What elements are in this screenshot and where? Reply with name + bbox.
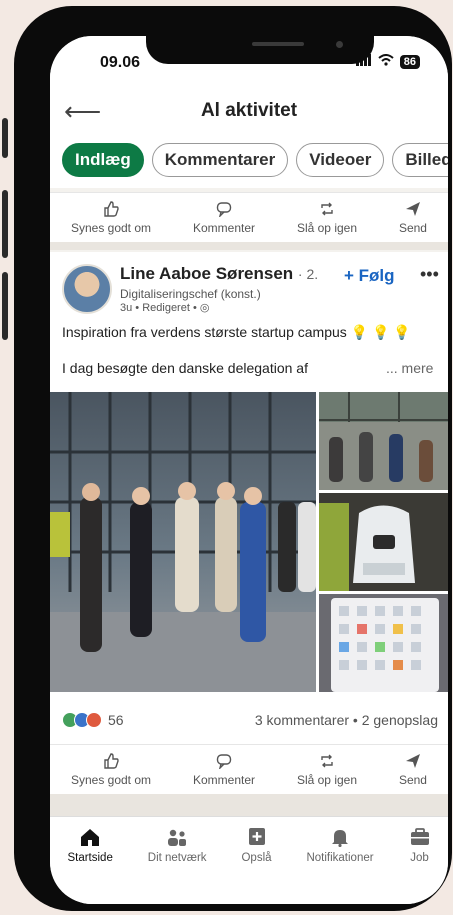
tab-billeder[interactable]: Billeder — [392, 143, 448, 177]
see-more-link[interactable]: ... mere — [386, 360, 433, 376]
like-label: Synes godt om — [70, 773, 152, 787]
comment-button[interactable]: Kommenter — [193, 201, 255, 235]
tablet-photo[interactable] — [319, 594, 448, 692]
reactions-count: 56 — [108, 712, 124, 728]
comment-icon — [216, 753, 232, 773]
post-text-line: I dag besøgte den danske delegation af — [62, 360, 308, 376]
prev-post-action-bar: Synes godt om Kommenter Slå op igen Send — [50, 192, 448, 243]
connection-degree: · 2. — [297, 266, 319, 282]
tab-videoer[interactable]: Videoer — [296, 143, 385, 177]
feed-divider — [50, 242, 448, 250]
like-button[interactable]: Synes godt om — [71, 201, 151, 235]
campus-interior-photo[interactable] — [319, 392, 448, 490]
thumbs-up-icon — [103, 201, 119, 221]
repost-label: Slå op igen — [296, 221, 357, 235]
bell-icon — [332, 830, 349, 847]
send-icon — [405, 201, 421, 221]
nav-label: Dit netværk — [147, 852, 207, 864]
clock: 09.06 — [100, 54, 141, 71]
author-name[interactable]: Line Aaboe Sørensen · 2. — [120, 264, 318, 284]
nav-label: Opslå — [241, 852, 272, 864]
phone-side-button — [2, 190, 8, 258]
nav-post[interactable]: Opslå — [241, 827, 272, 904]
wifi-icon — [378, 54, 394, 69]
phone-frame: 09.06 86 ⟵ Al aktivitet Indlæg Kommentar… — [14, 6, 452, 911]
nav-jobs[interactable]: Job — [409, 827, 431, 904]
send-icon — [405, 753, 421, 773]
post-engagement-counts: 56 3 kommentarer • 2 genopslag — [50, 700, 448, 744]
nav-label: Job — [410, 852, 429, 864]
page-title: Al aktivitet — [200, 100, 298, 121]
camera-dot — [336, 41, 343, 48]
briefcase-icon — [410, 828, 429, 845]
device-photo[interactable] — [319, 493, 448, 591]
author-headline: Digitaliseringschef (konst.) — [120, 287, 261, 301]
avatar[interactable] — [62, 264, 112, 314]
nav-label: Startside — [67, 852, 113, 864]
tab-kommentarer[interactable]: Kommentarer — [151, 143, 289, 177]
filter-tabs: Indlæg Kommentarer Videoer Billeder — [50, 132, 448, 188]
nav-home[interactable]: Startside — [67, 827, 113, 904]
comment-label: Kommenter — [192, 773, 255, 787]
speaker-pill — [252, 42, 304, 46]
send-label: Send — [398, 773, 427, 787]
bottom-nav: Startside Dit netværk Opslå Notifikation… — [50, 816, 448, 904]
top-bar: ⟵ Al aktivitet — [50, 92, 448, 132]
comment-button[interactable]: Kommenter — [193, 753, 255, 787]
send-button[interactable]: Send — [399, 753, 427, 787]
more-options-icon[interactable]: ••• — [420, 264, 439, 285]
network-icon — [168, 829, 187, 846]
post-action-bar: Synes godt om Kommenter Slå op igen Send — [50, 744, 448, 795]
phone-side-button — [2, 118, 8, 158]
send-button[interactable]: Send — [399, 201, 427, 235]
thumbs-up-icon — [103, 753, 119, 773]
phone-side-button — [2, 272, 8, 340]
repost-icon — [319, 753, 335, 773]
love-reaction-icon — [86, 712, 102, 728]
feed-post: Line Aaboe Sørensen · 2. Digitaliserings… — [50, 252, 448, 812]
delegation-group-photo[interactable] — [50, 392, 316, 692]
home-icon — [81, 829, 100, 846]
reaction-icons — [62, 712, 102, 728]
post-image-gallery[interactable] — [50, 392, 448, 692]
nav-network[interactable]: Dit netværk — [148, 827, 207, 904]
feed-divider — [50, 794, 448, 816]
like-label: Synes godt om — [70, 221, 152, 235]
author-name-text: Line Aaboe Sørensen — [120, 264, 294, 283]
reactions-summary[interactable]: 56 — [62, 712, 124, 728]
like-button[interactable]: Synes godt om — [71, 753, 151, 787]
follow-button[interactable]: + Følg — [344, 266, 395, 286]
comments-reposts-count[interactable]: 3 kommentarer • 2 genopslag — [255, 712, 438, 728]
post-text-line: Inspiration fra verdens største startup … — [62, 324, 411, 340]
comment-icon — [216, 201, 232, 221]
post-icon — [248, 828, 265, 845]
post-meta: 3u • Redigeret • ◎ — [120, 302, 210, 314]
repost-icon — [319, 201, 335, 221]
repost-button[interactable]: Slå op igen — [297, 753, 357, 787]
notch — [146, 36, 374, 64]
tab-indlaeg[interactable]: Indlæg — [62, 143, 144, 177]
comment-label: Kommenter — [192, 221, 255, 235]
nav-label: Notifikationer — [306, 852, 374, 864]
battery-icon: 86 — [399, 54, 420, 69]
screen: 09.06 86 ⟵ Al aktivitet Indlæg Kommentar… — [50, 36, 448, 904]
repost-label: Slå op igen — [296, 773, 357, 787]
send-label: Send — [398, 221, 427, 235]
repost-button[interactable]: Slå op igen — [297, 201, 357, 235]
nav-notifications[interactable]: Notifikationer — [306, 827, 374, 904]
